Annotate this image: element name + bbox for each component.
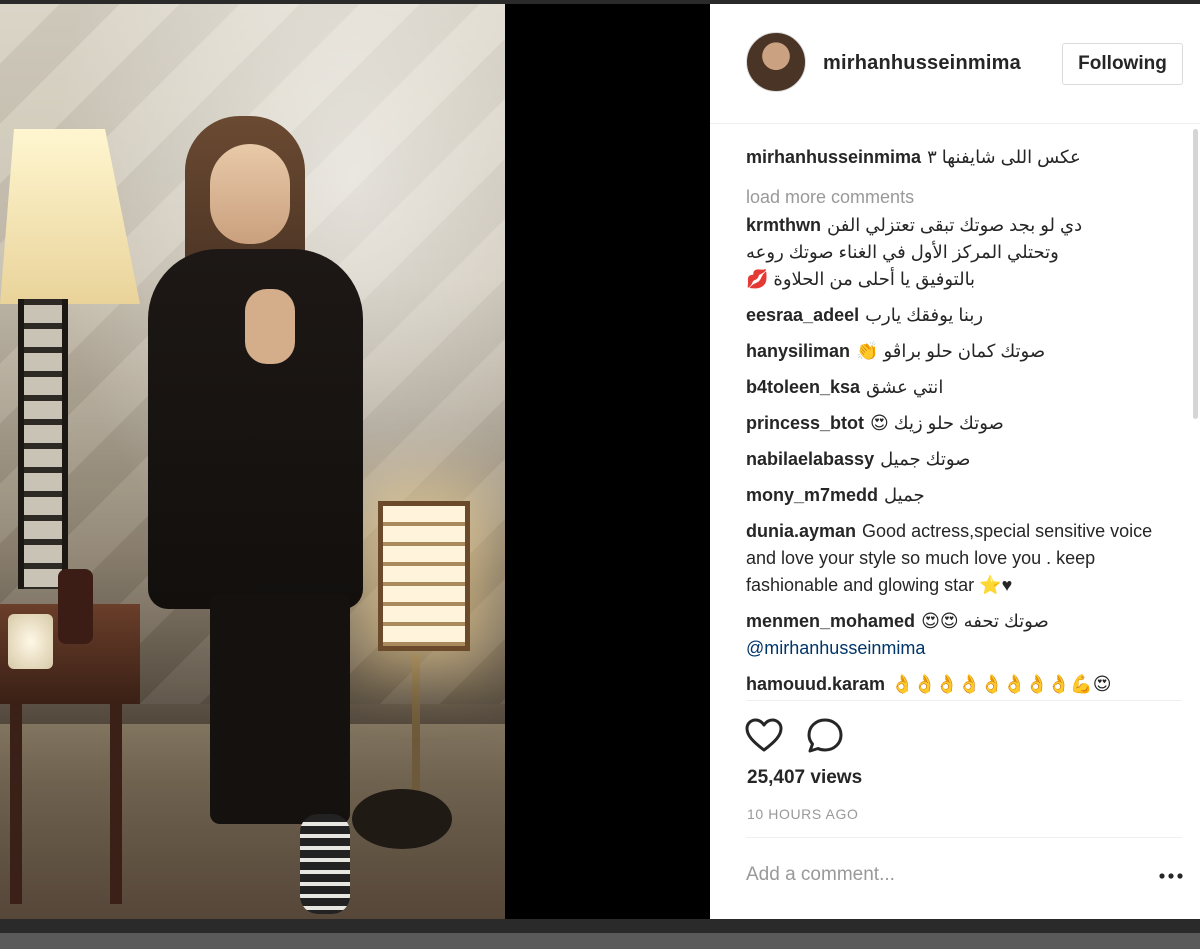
comments-list[interactable]: mirhanhusseinmima عكس اللى شايفنها ٣ load… — [746, 144, 1166, 700]
comment-username[interactable]: mirhanhusseinmima — [746, 147, 921, 167]
comment-username[interactable]: b4toleen_ksa — [746, 377, 860, 397]
singer-face — [210, 144, 290, 244]
list-item: krmthwn دي لو بجد صوتك تبقى تعتزلي الفن و… — [746, 212, 1166, 293]
comment-username[interactable]: dunia.ayman — [746, 521, 856, 541]
candle — [8, 614, 53, 669]
comment-text: 👌👌👌👌👌👌👌👌💪😍 — [891, 674, 1112, 694]
lamp-base — [18, 299, 68, 589]
view-count: 25,407 views — [747, 767, 863, 788]
comment-username[interactable]: eesraa_adeel — [746, 305, 859, 325]
comment-username[interactable]: krmthwn — [746, 215, 821, 235]
list-item: mony_m7medd جميل — [746, 482, 1166, 509]
comment-text: جميل — [884, 485, 925, 505]
video-frame[interactable] — [0, 4, 505, 919]
floor-lamp-pole — [412, 654, 420, 804]
comment-username[interactable]: mony_m7medd — [746, 485, 878, 505]
mention-link[interactable]: @mirhanhusseinmima — [746, 638, 925, 658]
comment-username[interactable]: nabilaelabassy — [746, 449, 874, 469]
divider — [746, 700, 1182, 701]
speech-bubble-icon[interactable] — [805, 716, 845, 756]
comment-username[interactable]: menmen_mohamed — [746, 611, 915, 631]
more-options-icon[interactable] — [1158, 870, 1184, 882]
list-item: b4toleen_ksa انتي عشق — [746, 374, 1166, 401]
list-item: princess_btot صوتك حلو زيك 😍 — [746, 410, 1166, 437]
comment-text: عكس اللى شايفنها ٣ — [927, 147, 1081, 167]
list-item: hanysiliman صوتك كمان حلو براڤو 👏 — [746, 338, 1166, 365]
comment-text: ربنا يوفقك يارب — [865, 305, 984, 325]
vase — [58, 569, 93, 644]
bottom-band — [0, 933, 1200, 949]
singer-hands-microphone — [245, 289, 295, 364]
load-more-comments-link[interactable]: load more comments — [746, 185, 1166, 209]
sneaker — [300, 814, 350, 914]
comment-text: بالتوفيق يا أحلى من الحلاوة 💋 — [746, 269, 976, 289]
heart-icon[interactable] — [744, 716, 784, 756]
divider — [746, 837, 1182, 838]
bottom-strip — [0, 919, 1200, 949]
floor-lamp-base — [352, 789, 452, 849]
avatar[interactable] — [746, 32, 806, 92]
caption: mirhanhusseinmima عكس اللى شايفنها ٣ — [746, 144, 1166, 171]
list-item: hamouud.karam 👌👌👌👌👌👌👌👌💪😍 — [746, 671, 1166, 698]
singer-legs — [210, 594, 350, 824]
comment-text: دي لو بجد صوتك تبقى تعتزلي الفن — [827, 215, 1083, 235]
table-leg — [10, 704, 22, 904]
comment-text: صوتك جميل — [880, 449, 971, 469]
instagram-post-window: mirhanhusseinmima Following mirhanhussei… — [0, 0, 1200, 949]
comments-scrollbar[interactable] — [1193, 129, 1198, 419]
comment-username[interactable]: princess_btot — [746, 413, 864, 433]
list-item: eesraa_adeel ربنا يوفقك يارب — [746, 302, 1166, 329]
add-comment-input[interactable]: Add a comment... — [746, 864, 1116, 886]
post-header: mirhanhusseinmima Following — [710, 4, 1200, 124]
table-leg — [110, 704, 122, 904]
post-timestamp[interactable]: 10 HOURS AGO — [747, 806, 858, 822]
comment-text: صوتك تحفه 😍😍 — [921, 611, 1049, 631]
following-button[interactable]: Following — [1062, 43, 1183, 85]
list-item: nabilaelabassy صوتك جميل — [746, 446, 1166, 473]
comment-text: انتي عشق — [866, 377, 944, 397]
comment-text: صوتك حلو زيك 😍 — [870, 413, 1004, 433]
comment-username[interactable]: hanysiliman — [746, 341, 850, 361]
list-item: menmen_mohamed صوتك تحفه 😍😍 @mirhanhussei… — [746, 608, 1166, 662]
comment-text: وتحتلي المركز الأول في الغناء صوتك روعه — [746, 242, 1059, 262]
floor-lamp — [378, 501, 470, 651]
post-side-panel: mirhanhusseinmima Following mirhanhussei… — [710, 4, 1200, 919]
post-media[interactable] — [0, 4, 710, 919]
list-item: dunia.ayman Good actress,special sensitiv… — [746, 518, 1166, 599]
comment-text: صوتك كمان حلو براڤو 👏 — [856, 341, 1046, 361]
header-username[interactable]: mirhanhusseinmima — [823, 52, 1021, 75]
comment-username[interactable]: hamouud.karam — [746, 674, 885, 694]
